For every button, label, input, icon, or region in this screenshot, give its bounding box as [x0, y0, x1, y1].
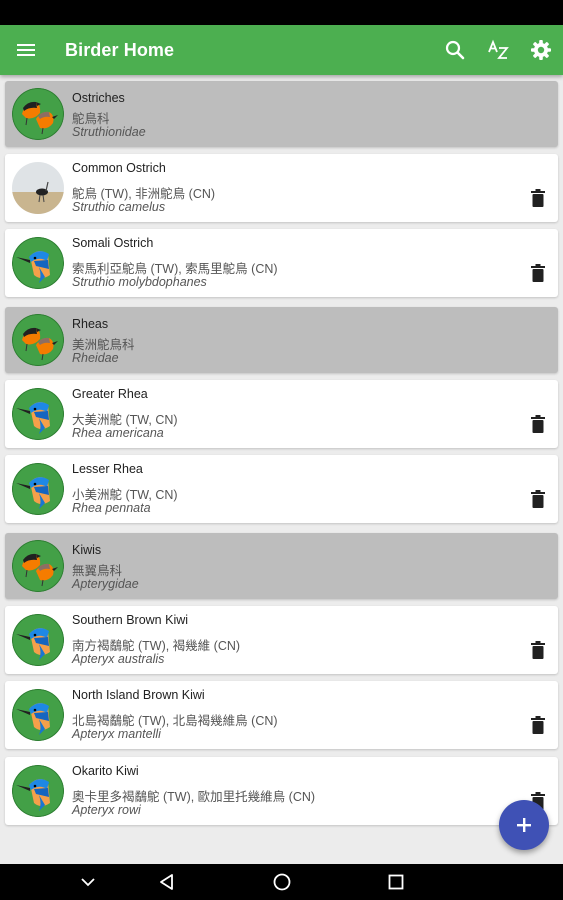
redstart-bird-avatar-icon — [12, 314, 64, 366]
delete-icon[interactable] — [530, 264, 546, 282]
species-row[interactable]: Lesser Rhea 小美洲鴕 (TW, CN) Rhea pennata — [5, 455, 558, 523]
redstart-bird-avatar-icon — [12, 88, 64, 140]
species-scientific-name: Apteryx australis — [72, 652, 165, 666]
species-scientific-name: Apteryx mantelli — [72, 727, 161, 741]
species-name: Common Ostrich — [72, 161, 166, 175]
kingfisher-avatar-icon — [12, 237, 64, 289]
system-navigation-bar — [0, 864, 563, 900]
species-name: Okarito Kiwi — [72, 764, 139, 778]
ostrich-photo — [12, 162, 64, 214]
delete-icon[interactable] — [530, 490, 546, 508]
species-row[interactable]: Greater Rhea 大美洲鴕 (TW, CN) Rhea american… — [5, 380, 558, 448]
species-scientific-name: Struthio camelus — [72, 200, 166, 214]
app-bar: Birder Home — [0, 25, 563, 75]
species-row[interactable]: North Island Brown Kiwi 北島褐鷸鴕 (TW), 北島褐幾… — [5, 681, 558, 749]
bird-list[interactable]: Ostriches 鴕鳥科 Struthionidae Common Ostri… — [0, 79, 563, 864]
home-icon[interactable] — [272, 872, 292, 892]
family-name: Rheas — [72, 317, 109, 331]
delete-icon[interactable] — [530, 189, 546, 207]
search-icon[interactable] — [443, 38, 467, 62]
menu-icon[interactable] — [14, 38, 38, 62]
species-name: Somali Ostrich — [72, 236, 154, 250]
page-title: Birder Home — [65, 40, 175, 60]
hide-keyboard-icon[interactable] — [78, 872, 98, 892]
settings-gear-icon[interactable] — [529, 38, 553, 62]
delete-icon[interactable] — [530, 415, 546, 433]
species-row[interactable]: Southern Brown Kiwi 南方褐鷸鴕 (TW), 褐幾維 (CN)… — [5, 606, 558, 674]
delete-icon[interactable] — [530, 716, 546, 734]
family-row[interactable]: Rheas 美洲鴕鳥科 Rheidae — [5, 307, 558, 373]
kingfisher-avatar-icon — [12, 765, 64, 817]
family-name: Ostriches — [72, 91, 125, 105]
plus-icon — [517, 818, 531, 832]
family-scientific-name: Rheidae — [72, 351, 119, 365]
species-name: North Island Brown Kiwi — [72, 688, 205, 702]
redstart-bird-avatar-icon — [12, 540, 64, 592]
kingfisher-avatar-icon — [12, 614, 64, 666]
species-scientific-name: Rhea pennata — [72, 501, 151, 515]
family-name: Kiwis — [72, 543, 102, 557]
family-row[interactable]: Ostriches 鴕鳥科 Struthionidae — [5, 81, 558, 147]
recents-icon[interactable] — [386, 872, 406, 892]
species-name: Lesser Rhea — [72, 462, 143, 476]
family-scientific-name: Struthionidae — [72, 125, 146, 139]
family-scientific-name: Apterygidae — [72, 577, 139, 591]
species-row[interactable]: Okarito Kiwi 奧卡里多褐鷸鴕 (TW), 歐加里托幾維鳥 (CN) … — [5, 757, 558, 825]
species-row[interactable]: Common Ostrich 鴕鳥 (TW), 非洲鴕鳥 (CN) Struth… — [5, 154, 558, 222]
kingfisher-avatar-icon — [12, 463, 64, 515]
species-scientific-name: Struthio molybdophanes — [72, 275, 207, 289]
species-scientific-name: Apteryx rowi — [72, 803, 141, 817]
species-name: Greater Rhea — [72, 387, 148, 401]
species-name: Southern Brown Kiwi — [72, 613, 189, 627]
status-bar — [0, 0, 563, 25]
kingfisher-avatar-icon — [12, 689, 64, 741]
kingfisher-avatar-icon — [12, 388, 64, 440]
back-icon[interactable] — [157, 872, 177, 892]
family-row[interactable]: Kiwis 無翼鳥科 Apterygidae — [5, 533, 558, 599]
sort-az-icon[interactable] — [486, 38, 510, 62]
delete-icon[interactable] — [530, 641, 546, 659]
species-row[interactable]: Somali Ostrich 索馬利亞鴕鳥 (TW), 索馬里鴕鳥 (CN) S… — [5, 229, 558, 297]
add-bird-button[interactable] — [499, 800, 549, 850]
species-scientific-name: Rhea americana — [72, 426, 164, 440]
